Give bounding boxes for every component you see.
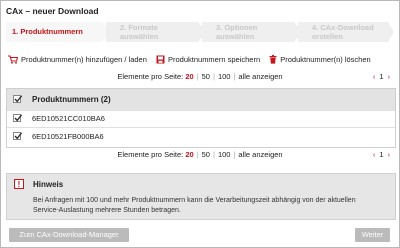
wizard-step-4-line2: erstellen <box>312 32 343 41</box>
add-load-button[interactable]: Produktnummer(n) hinzufügen / laden <box>8 55 147 64</box>
wizard-step-1-label: 1. Produktnummern <box>12 27 83 36</box>
pager-show-all[interactable]: alle anzeigen <box>238 150 282 159</box>
cax-manager-button[interactable]: Zum CAx-Download-Manager <box>9 228 129 242</box>
wizard-step-2: 2. Formate auswählen <box>106 22 198 42</box>
pager-option-50[interactable]: 50 <box>202 150 210 159</box>
row-divider <box>7 127 395 128</box>
pager-option-100[interactable]: 100 <box>218 72 231 81</box>
pager-label: Elemente pro Seite: <box>117 72 184 81</box>
wizard-step-3-line1: 3. Optionen <box>216 23 258 32</box>
wizard-step-2-line2: auswählen <box>120 32 159 41</box>
row-checkbox[interactable] <box>13 114 23 122</box>
save-label: Produktnummern speichern <box>168 55 261 64</box>
check-icon <box>14 95 23 103</box>
pager-option-100[interactable]: 100 <box>218 150 231 159</box>
table-header: Produktnummern (2) <box>7 89 395 110</box>
trash-icon <box>269 55 277 64</box>
wizard-step-3-line2: auswählen <box>216 32 255 41</box>
pager-label: Elemente pro Seite: <box>117 150 184 159</box>
pager-show-all[interactable]: alle anzeigen <box>238 72 282 81</box>
save-button[interactable]: Produktnummern speichern <box>156 55 260 64</box>
pager-option-20[interactable]: 20 <box>185 72 193 81</box>
prev-page-button[interactable]: ‹ <box>373 150 376 159</box>
wizard-step-4: 4. CAx-Download erstellen <box>298 22 388 42</box>
hint-title: Hinweis <box>33 180 64 189</box>
next-button[interactable]: Weiter <box>355 228 390 242</box>
delete-label: Produktnummer(n) löschen <box>280 55 371 64</box>
product-number: 6ED10521CC010BA6 <box>32 114 105 123</box>
wizard-step-2-line1: 2. Formate <box>120 23 158 32</box>
row-checkbox[interactable] <box>13 132 23 140</box>
window-title: CAx – neuer Download <box>6 6 99 16</box>
next-page-button[interactable]: › <box>388 150 391 159</box>
wizard-step-4-line1: 4. CAx-Download <box>312 23 374 32</box>
hint-box: ! Hinweis Bei Anfragen mit 100 und mehr … <box>6 173 396 220</box>
pager-nav: ‹ 1 › <box>373 150 390 159</box>
save-icon <box>156 55 165 64</box>
pager-bottom: Elemente pro Seite: 20 | 50 | 100 | alle anzei… <box>117 150 390 159</box>
pager-top: Elemente pro Seite: 20 | 50 | 100 | alle anzei… <box>117 72 390 81</box>
add-load-label: Produktnummer(n) hinzufügen / laden <box>21 55 147 64</box>
wizard-steps: 1. Produktnummern 2. Formate auswählen 3… <box>6 22 394 42</box>
check-icon <box>14 114 23 122</box>
wizard-arrow-4 <box>388 22 394 42</box>
wizard-step-1[interactable]: 1. Produktnummern <box>6 22 102 42</box>
delete-button[interactable]: Produktnummer(n) löschen <box>269 55 371 64</box>
row-divider <box>7 110 395 111</box>
warning-icon: ! <box>14 179 24 189</box>
check-icon <box>14 132 23 140</box>
action-bar: Produktnummer(n) hinzufügen / laden Prod… <box>8 55 378 66</box>
hint-text: Bei Anfragen mit 100 und mehr Produktnum… <box>33 197 356 214</box>
select-all-checkbox[interactable] <box>13 95 23 103</box>
prev-page-button[interactable]: ‹ <box>373 72 376 81</box>
page-number: 1 <box>379 150 384 159</box>
pager-option-20[interactable]: 20 <box>185 150 193 159</box>
page-number: 1 <box>379 72 384 81</box>
next-page-button[interactable]: › <box>388 72 391 81</box>
wizard-step-3: 3. Optionen auswählen <box>202 22 294 42</box>
pager-option-50[interactable]: 50 <box>202 72 210 81</box>
table-header-label: Produktnummern (2) <box>32 95 111 104</box>
product-number: 6ED10521FB000BA6 <box>32 132 104 141</box>
cart-icon <box>8 55 18 64</box>
product-table: Produktnummern (2) 6ED10521CC010BA6 6ED1… <box>6 88 396 148</box>
pager-nav: ‹ 1 › <box>373 72 390 81</box>
